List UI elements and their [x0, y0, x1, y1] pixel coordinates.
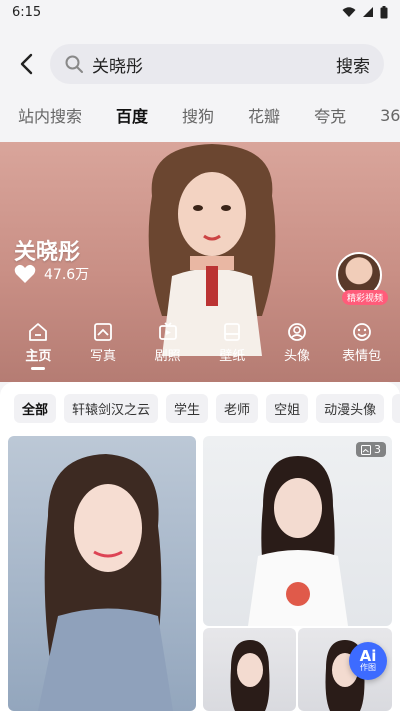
chip-tag[interactable]: 轩辕剑汉之云	[64, 393, 159, 423]
search-header: 关晓彤 搜索	[0, 36, 400, 92]
ai-draw-button[interactable]: Ai 作图	[349, 642, 387, 680]
tab-sogou[interactable]: 搜狗	[182, 103, 214, 133]
search-box[interactable]: 关晓彤 搜索	[50, 44, 384, 84]
tab-huaban[interactable]: 花瓣	[248, 103, 280, 133]
category-label: 表情包	[342, 349, 382, 364]
hero-title: 关晓彤	[14, 240, 81, 265]
category-emoji[interactable]: 表情包	[332, 322, 392, 378]
back-button[interactable]	[12, 50, 40, 78]
image-grid: 3	[0, 434, 400, 711]
featured-video-badge: 精彩视频	[341, 290, 388, 305]
category-avatar[interactable]: 头像	[267, 322, 327, 378]
portrait-image	[248, 456, 348, 626]
search-input[interactable]: 关晓彤	[92, 52, 328, 77]
photo-card[interactable]	[203, 628, 296, 711]
tab-baidu[interactable]: 百度	[116, 103, 148, 133]
photo-icon	[94, 323, 112, 341]
wifi-icon	[342, 7, 356, 17]
search-button[interactable]: 搜索	[336, 52, 370, 77]
category-label: 主页	[25, 349, 52, 364]
active-indicator	[31, 367, 46, 370]
photo-card[interactable]: 3	[203, 436, 392, 626]
avatar-icon	[288, 323, 306, 341]
hero-banner: 关晓彤 47.6万 精彩视频 主页 写真 剧照 壁纸 头像 表情包	[0, 142, 400, 382]
chip-tag[interactable]: 学生	[166, 393, 209, 423]
tag-chips: 全部 轩辕剑汉之云 学生 老师 空姐 动漫头像 生	[0, 382, 400, 434]
status-bar: 6:15	[0, 0, 400, 24]
chip-tag[interactable]: 空姐	[266, 393, 309, 423]
search-icon	[65, 55, 83, 73]
home-icon	[29, 323, 48, 341]
portrait-image	[38, 454, 173, 711]
battery-icon	[380, 5, 388, 18]
heart-icon	[14, 264, 36, 283]
video-icon	[158, 322, 177, 340]
category-label: 壁纸	[219, 349, 246, 364]
chevron-left-icon	[20, 53, 33, 75]
chip-tag[interactable]: 动漫头像	[316, 393, 385, 423]
wallpaper-icon	[224, 323, 241, 341]
category-label: 头像	[283, 349, 310, 364]
status-time: 6:15	[12, 4, 42, 20]
emoji-icon	[352, 323, 371, 341]
signal-icon	[363, 7, 373, 17]
image-count: 3	[374, 443, 381, 456]
engine-tabs: 站内搜索 百度 搜狗 花瓣 夸克 360	[0, 100, 400, 136]
tab-360[interactable]: 360	[380, 106, 400, 131]
tab-site-search[interactable]: 站内搜索	[18, 103, 82, 133]
hero-categories: 主页 写真 剧照 壁纸 头像 表情包	[0, 322, 400, 378]
gallery-icon	[361, 444, 371, 455]
status-icons	[342, 5, 388, 19]
photo-card[interactable]	[8, 436, 196, 711]
ai-sub-label: 作图	[360, 663, 376, 672]
hero-likes[interactable]: 47.6万	[14, 264, 89, 284]
chip-tag[interactable]: 老师	[216, 393, 259, 423]
category-wallpaper[interactable]: 壁纸	[202, 322, 262, 378]
category-photo[interactable]: 写真	[73, 322, 133, 378]
category-stills[interactable]: 剧照	[138, 322, 198, 378]
category-label: 剧照	[154, 349, 181, 364]
chip-tag[interactable]: 生	[392, 393, 400, 423]
category-label: 写真	[89, 349, 116, 364]
chip-all[interactable]: 全部	[14, 393, 57, 423]
ai-label: Ai	[359, 647, 377, 665]
image-count-badge: 3	[356, 442, 386, 457]
category-home[interactable]: 主页	[8, 322, 68, 378]
portrait-image	[230, 640, 270, 711]
tab-quark[interactable]: 夸克	[314, 103, 346, 133]
likes-count: 47.6万	[44, 267, 90, 283]
